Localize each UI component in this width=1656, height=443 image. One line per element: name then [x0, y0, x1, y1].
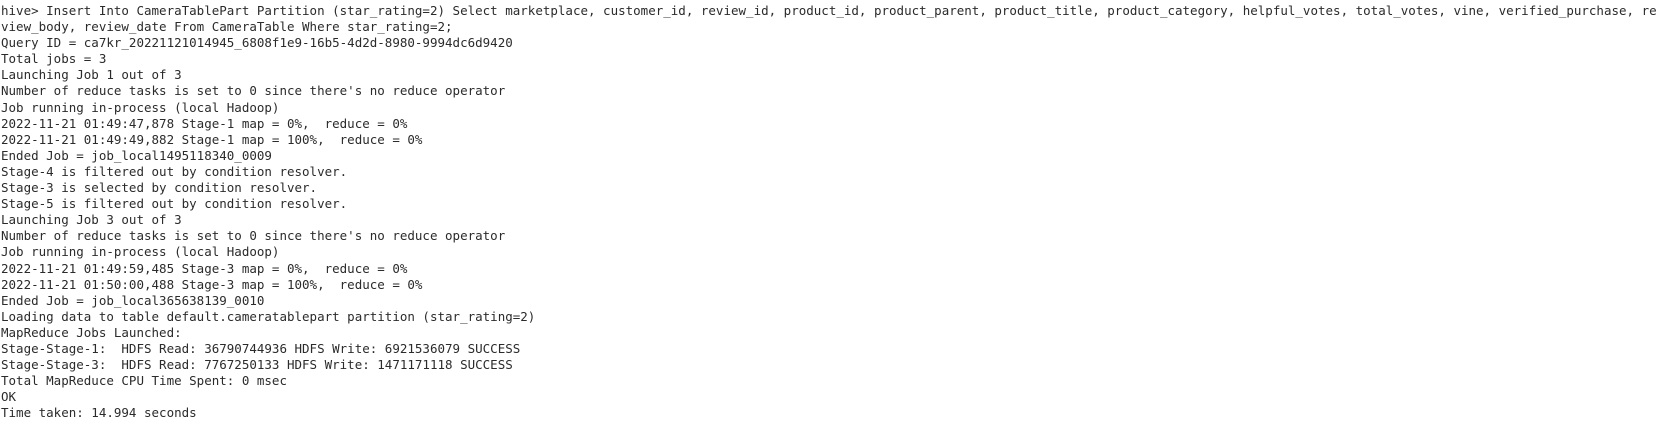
terminal-output-line: Launching Job 1 out of 3: [1, 67, 182, 83]
terminal-output-line: Job running in-process (local Hadoop): [1, 99, 280, 115]
terminal-output-line: 2022-11-21 01:50:00,488 Stage-3 map = 10…: [1, 276, 423, 292]
terminal-command-line: hive> Insert Into CameraTablePart Partit…: [1, 3, 1656, 18]
terminal-output-line: 2022-11-21 01:49:47,878 Stage-1 map = 0%…: [1, 115, 408, 131]
terminal-output-line: Total MapReduce CPU Time Spent: 0 msec: [1, 373, 287, 389]
terminal-output-line: 2022-11-21 01:49:59,485 Stage-3 map = 0%…: [1, 260, 408, 276]
terminal-output-line: Stage-Stage-1: HDFS Read: 36790744936 HD…: [1, 340, 521, 356]
terminal-command-line-wrap: view_body, review_date From CameraTable …: [1, 19, 453, 35]
terminal-output-line: Loading data to table default.cameratabl…: [1, 308, 536, 324]
terminal-output-line: Launching Job 3 out of 3: [1, 212, 182, 228]
terminal-output-line: OK: [1, 389, 17, 405]
terminal-output-line: MapReduce Jobs Launched:: [1, 324, 182, 340]
terminal-output-line: Stage-3 is selected by condition resolve…: [1, 180, 318, 196]
terminal-output-line: Time taken: 14.994 seconds: [1, 405, 197, 421]
terminal-output-line: Number of reduce tasks is set to 0 since…: [1, 83, 506, 99]
terminal-output-line: Ended Job = job_local1495118340_0009: [1, 147, 272, 163]
terminal-output-line: Stage-Stage-3: HDFS Read: 7767250133 HDF…: [1, 357, 513, 373]
terminal-output-line: Job running in-process (local Hadoop): [1, 244, 280, 260]
terminal-output-line: Number of reduce tasks is set to 0 since…: [1, 228, 506, 244]
terminal-output-line: Ended Job = job_local365638139_0010: [1, 292, 265, 308]
terminal-output-line: Total jobs = 3: [1, 51, 107, 67]
terminal-output-line: Query ID = ca7kr_20221121014945_6808f1e9…: [1, 35, 513, 51]
terminal-output-line: Stage-5 is filtered out by condition res…: [1, 196, 348, 212]
terminal-output-line: 2022-11-21 01:49:49,882 Stage-1 map = 10…: [1, 131, 423, 147]
terminal-window[interactable]: hive> Insert Into CameraTablePart Partit…: [0, 0, 1656, 443]
terminal-output-line: Stage-4 is filtered out by condition res…: [1, 163, 348, 179]
